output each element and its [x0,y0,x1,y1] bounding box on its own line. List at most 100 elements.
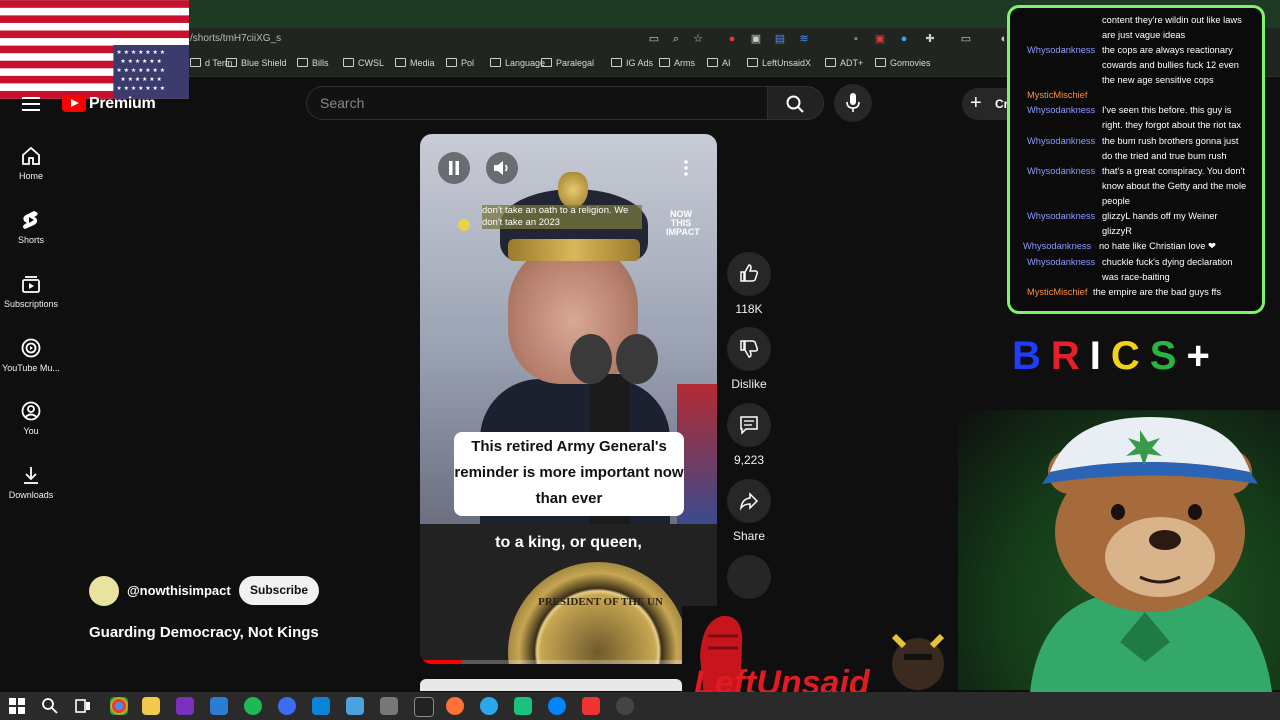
remix-button[interactable] [725,555,773,599]
comments-button[interactable]: 9,223 [725,403,773,467]
chatgpt-icon[interactable] [514,697,532,715]
sidebar-item-home[interactable]: Home [0,146,62,181]
app-icon-2[interactable] [346,697,364,715]
hamburger-menu-icon[interactable] [22,96,40,112]
video-cap-badge [558,172,588,208]
task-view-icon[interactable] [74,697,92,715]
extension-icon-1[interactable]: ● [724,31,740,47]
brics-letter: B [1012,334,1051,378]
sidebar-item-you[interactable]: You [0,401,62,436]
extension-icon-2[interactable]: ▣ [748,31,764,47]
bookmark-item[interactable]: Bills [297,58,329,68]
obs-icon[interactable] [616,697,634,715]
bookmark-label: IG Ads [626,58,654,68]
sidebar-label: YouTube Mu... [2,363,60,373]
sidepanel-icon[interactable]: ▭ [958,31,974,47]
spotify-icon[interactable] [244,697,262,715]
voice-search-button[interactable] [834,84,872,122]
youtube-logo-icon[interactable] [62,95,86,112]
chat-username: Whysodankness [1027,166,1096,176]
taskbar-search-icon[interactable] [41,697,59,715]
app-icon-3[interactable] [380,697,398,715]
extension-icon-4[interactable]: ≋ [796,31,812,47]
extension-icon-7[interactable]: ● [896,31,912,47]
app-icon-1[interactable] [312,697,330,715]
chrome-taskbar-icon[interactable] [110,697,128,715]
sidebar-item-youtube-music[interactable]: YouTube Mu... [0,338,62,373]
more-options-button[interactable] [670,152,702,184]
search-input[interactable]: Search [320,95,364,111]
extension-icon-5[interactable]: ▪ [848,31,864,47]
brics-letter: + [1186,334,1220,378]
bookmark-star-icon[interactable]: ☆ [690,31,706,47]
firefox-icon[interactable] [446,697,464,715]
bookmark-item[interactable]: ADT+ [825,58,863,68]
channel-handle[interactable]: @nowthisimpact [127,583,231,598]
chat-text: I've seen this before. this guy is right… [1102,105,1242,130]
chat-message: MysticMischief the empire are the bad guy… [1010,285,1255,300]
dislike-button[interactable]: Dislike [725,327,773,391]
extension-icon-3[interactable]: ▤ [772,31,788,47]
chat-text: glizzyL hands off my Weiner glizzyR [1102,211,1218,236]
volume-button[interactable] [486,152,518,184]
onenote-icon[interactable] [176,697,194,715]
sidebar-label: Downloads [8,490,54,500]
folder-icon [707,58,718,67]
pause-button[interactable] [438,152,470,184]
sidebar-item-downloads[interactable]: Downloads [0,465,62,500]
bookmark-item[interactable]: CWSL [343,58,384,68]
download-icon [24,467,38,484]
word-icon[interactable] [210,697,228,715]
app-icon-4[interactable] [582,697,600,715]
share-button[interactable]: Share [725,479,773,543]
youtube-brand-label[interactable]: Premium [89,95,156,113]
chat-message: Whysodankness no hate like Christian love… [1010,239,1255,254]
shorts-icon [23,211,38,229]
messenger-icon[interactable] [278,697,296,715]
channel-avatar[interactable] [89,576,119,606]
bookmark-item[interactable]: IG Ads [611,58,653,68]
bookmark-item[interactable]: AI [707,58,731,68]
extension-icon-6[interactable]: ▣ [872,31,888,47]
shorts-video-player[interactable]: PRESIDENT OF THE UN don't take an oath t… [420,134,717,664]
windows-start-icon[interactable] [8,697,26,715]
extensions-puzzle-icon[interactable]: ✚ [922,31,938,47]
bookmark-item[interactable]: Blue Shield [226,58,287,68]
epic-games-icon[interactable] [414,697,434,717]
bookmark-label: LeftUnsaidX [762,58,812,68]
sidebar-label: You [23,426,39,436]
bookmark-item[interactable]: Pol [446,58,474,68]
bookmark-item[interactable]: LeftUnsaidX [747,58,811,68]
search-box[interactable] [306,86,768,120]
next-short-preview[interactable] [420,679,682,691]
chat-username: MysticMischief [1027,90,1088,100]
bookmark-label: Media [410,58,435,68]
bookmark-item[interactable]: Paralegal [541,58,594,68]
sidebar-item-subscriptions[interactable]: Subscriptions [0,274,62,309]
chat-text: the bum rush brothers gonna just do the … [1102,136,1239,161]
messenger-alt-icon[interactable] [548,697,566,715]
video-progress-bar[interactable] [420,660,717,664]
bookmark-item[interactable]: Media [395,58,435,68]
chat-username: MysticMischief [1027,287,1088,297]
sidebar-item-shorts[interactable]: Shorts [0,210,62,245]
cast-icon[interactable]: ▭ [646,31,662,47]
pause-icon [449,161,459,175]
folder-icon [343,58,354,67]
subscribe-button[interactable]: Subscribe [239,576,319,605]
chat-message: content they're wildin out like laws are… [1010,13,1255,43]
bookmark-item[interactable]: Language [490,58,545,68]
search-button[interactable] [768,86,824,120]
chat-username: Whysodankness [1027,136,1096,146]
zoom-icon[interactable]: ⌕ [668,31,684,47]
telegram-icon[interactable] [480,697,498,715]
bookmark-label: AI [722,58,731,68]
file-explorer-icon[interactable] [142,697,160,715]
chat-text: content they're wildin out like laws are… [1102,15,1242,40]
video-title[interactable]: Guarding Democracy, Not Kings [89,624,319,641]
url-text[interactable]: /shorts/tmH7ciiXG_s [190,33,281,44]
like-button[interactable]: 118K [725,252,773,316]
bookmark-item[interactable]: Arms [659,58,695,68]
more-vert-icon [684,160,688,176]
bookmark-item[interactable]: Gomovies [875,58,931,68]
